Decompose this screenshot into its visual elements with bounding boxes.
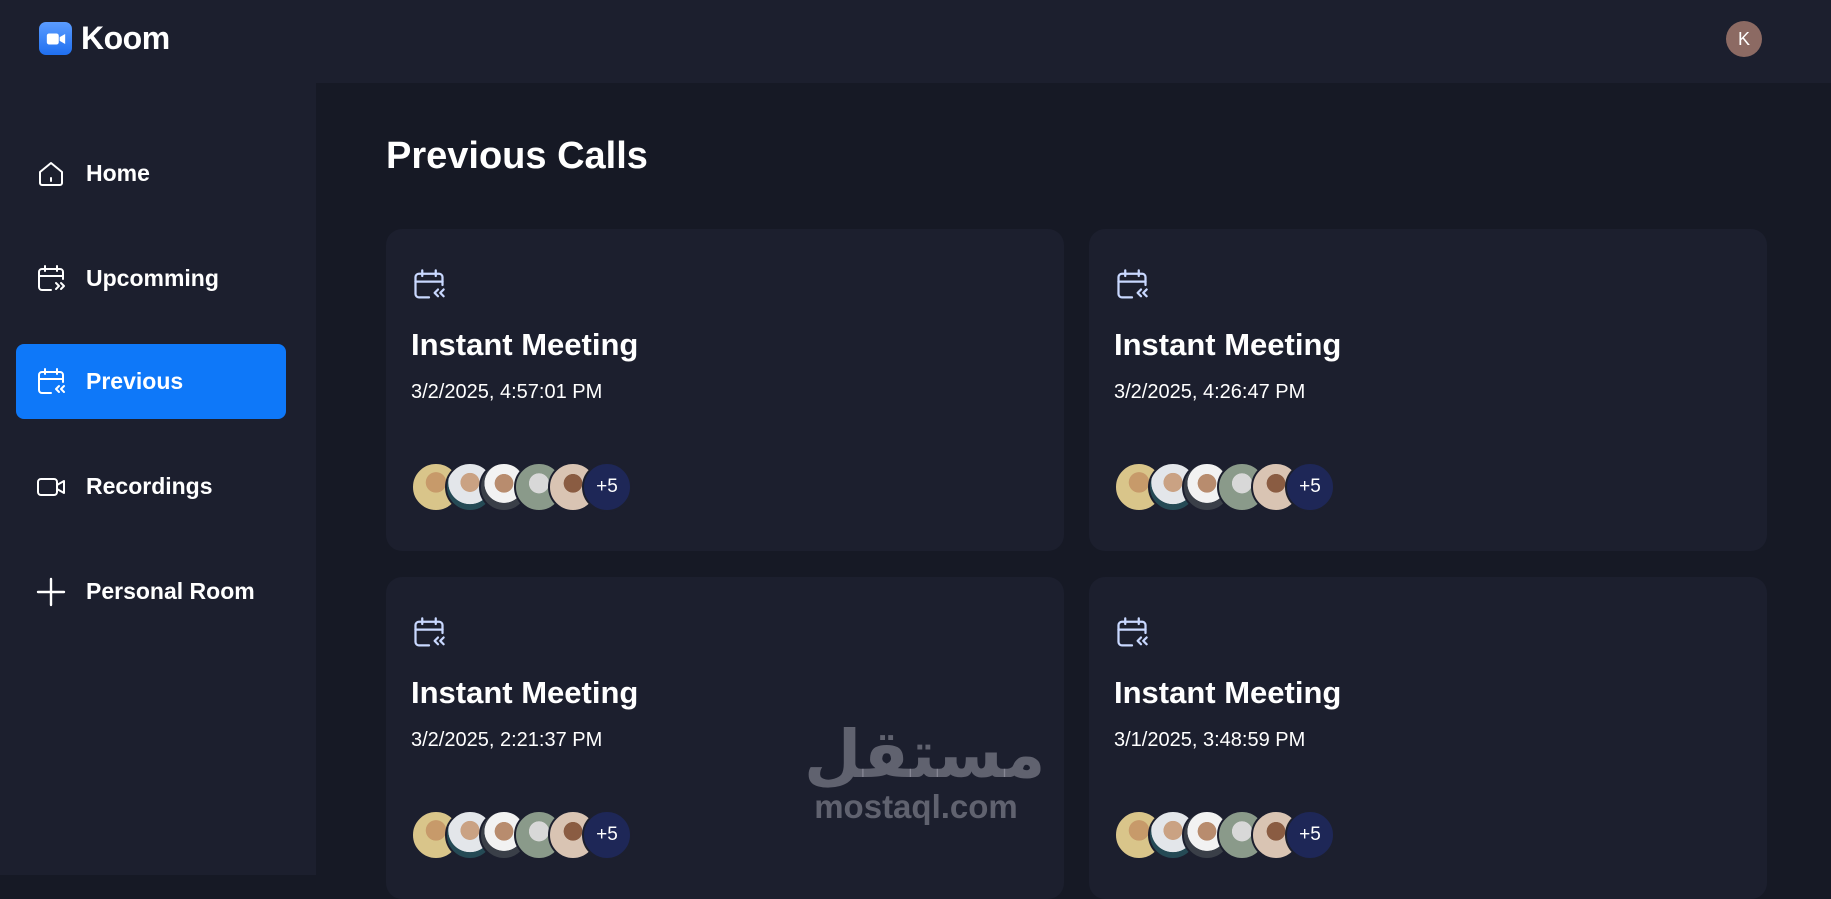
sidebar-item-upcomming[interactable]: Upcomming — [16, 241, 286, 316]
page-title: Previous Calls — [386, 135, 648, 177]
plus-icon — [36, 577, 66, 606]
meeting-card[interactable]: Instant Meeting 3/1/2025, 3:48:59 PM +5 — [1089, 577, 1767, 899]
calendar-back-icon — [1117, 617, 1148, 647]
more-participants-badge[interactable]: +5 — [1285, 810, 1335, 860]
user-avatar[interactable]: K — [1726, 21, 1762, 57]
sidebar-item-previous[interactable]: Previous — [16, 344, 286, 419]
sidebar-item-label: Personal Room — [86, 578, 255, 604]
watermark-latin: mostaql.com — [814, 788, 1018, 825]
home-icon — [39, 161, 63, 186]
calendar-back-icon — [38, 367, 65, 394]
meeting-card[interactable]: Instant Meeting 3/2/2025, 4:57:01 PM +5 — [386, 229, 1064, 551]
more-participants-badge[interactable]: +5 — [582, 462, 632, 512]
main-content: Previous Calls Instant Meeting 3/2/2025,… — [316, 83, 1831, 899]
meeting-date: 3/2/2025, 4:57:01 PM — [411, 381, 603, 403]
sidebar-item-home[interactable]: Home — [16, 136, 286, 211]
meeting-date: 3/1/2025, 3:48:59 PM — [1114, 729, 1306, 751]
calendar-back-icon — [414, 269, 445, 299]
meeting-date: 3/2/2025, 2:21:37 PM — [411, 729, 603, 751]
calendar-forward-icon — [38, 264, 65, 291]
meeting-title: Instant Meeting — [411, 675, 639, 710]
watermark-arabic: مستقل — [804, 716, 1046, 793]
more-participants-badge[interactable]: +5 — [582, 810, 632, 860]
calendar-back-icon — [414, 617, 445, 647]
logo[interactable]: Koom — [39, 20, 170, 57]
meeting-card[interactable]: Instant Meeting 3/2/2025, 4:26:47 PM +5 — [1089, 229, 1767, 551]
sidebar-item-label: Upcomming — [86, 265, 219, 291]
sidebar-item-label: Home — [86, 160, 150, 186]
app-name: Koom — [81, 20, 170, 56]
video-icon — [37, 477, 65, 496]
meeting-date: 3/2/2025, 4:26:47 PM — [1114, 381, 1306, 403]
watermark: مستقل mostaql.com — [804, 716, 1046, 825]
sidebar-item-label: Previous — [86, 368, 184, 394]
sidebar-item-recordings[interactable]: Recordings — [16, 449, 286, 524]
meeting-title: Instant Meeting — [1114, 327, 1342, 362]
meeting-title: Instant Meeting — [411, 327, 639, 362]
sidebar-item-label: Recordings — [86, 473, 213, 499]
sidebar: Home Upcomming Previous Recordings Perso… — [0, 83, 316, 875]
participant-avatars: +5 — [1114, 462, 1354, 512]
participant-avatars: +5 — [1114, 810, 1354, 860]
participant-avatars: +5 — [411, 810, 651, 860]
sidebar-item-personal-room[interactable]: Personal Room — [16, 554, 286, 629]
meeting-title: Instant Meeting — [1114, 675, 1342, 710]
video-camera-logo-icon — [39, 22, 72, 55]
more-participants-badge[interactable]: +5 — [1285, 462, 1335, 512]
calendar-back-icon — [1117, 269, 1148, 299]
user-initial: K — [1737, 28, 1750, 49]
top-bar: Koom K — [0, 0, 1831, 83]
participant-avatars: +5 — [411, 462, 651, 512]
